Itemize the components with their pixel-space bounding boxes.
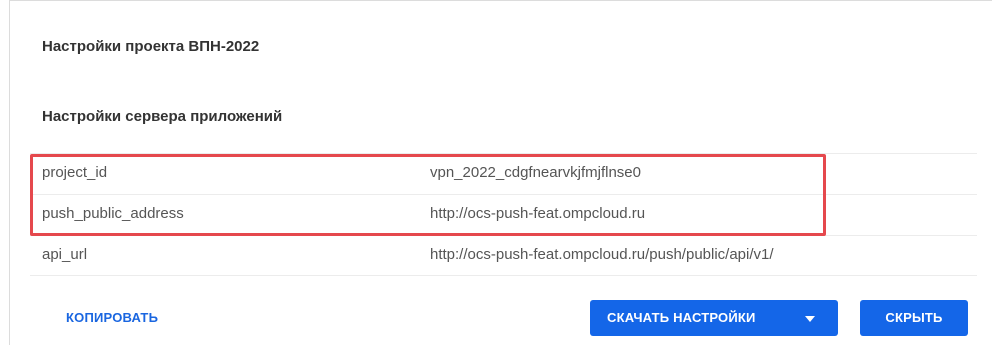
hide-button-label: СКРЫТЬ xyxy=(885,310,943,325)
setting-value: http://ocs-push-feat.ompcloud.ru xyxy=(430,205,646,222)
project-title: Настройки проекта ВПН-2022 xyxy=(42,38,260,55)
setting-key: project_id xyxy=(42,164,108,181)
setting-value: vpn_2022_cdgfnearvkjfmjflnse0 xyxy=(430,164,641,181)
hide-button[interactable]: СКРЫТЬ xyxy=(860,300,968,336)
setting-key: push_public_address xyxy=(42,205,184,222)
chevron-down-icon[interactable] xyxy=(805,316,815,322)
project-settings-panel: Настройки проекта ВПН-2022 Настройки сер… xyxy=(9,0,992,345)
table-row: project_id vpn_2022_cdgfnearvkjfmjflnse0 xyxy=(30,153,977,194)
table-row: push_public_address http://ocs-push-feat… xyxy=(30,194,977,235)
copy-button[interactable]: КОПИРОВАТЬ xyxy=(66,310,158,325)
settings-table: project_id vpn_2022_cdgfnearvkjfmjflnse0… xyxy=(30,153,977,276)
table-row: api_url http://ocs-push-feat.ompcloud.ru… xyxy=(30,235,977,276)
setting-value: http://ocs-push-feat.ompcloud.ru/push/pu… xyxy=(430,246,774,263)
download-settings-button[interactable]: СКАЧАТЬ НАСТРОЙКИ xyxy=(590,300,838,336)
download-settings-label: СКАЧАТЬ НАСТРОЙКИ xyxy=(607,310,756,325)
section-title: Настройки сервера приложений xyxy=(42,108,283,125)
setting-key: api_url xyxy=(42,246,88,263)
